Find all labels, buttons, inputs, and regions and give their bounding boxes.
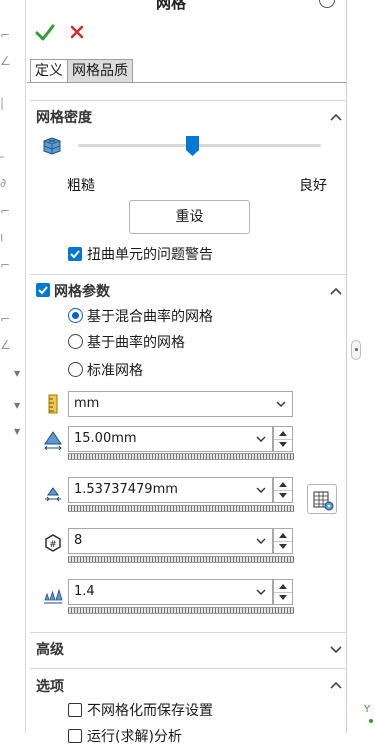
axis-triad-icon: Y bbox=[364, 704, 371, 715]
tab-definition[interactable]: 定义 bbox=[30, 59, 68, 83]
unit-value: mm bbox=[74, 396, 100, 411]
clipped-dropdown-caret[interactable]: ▼ bbox=[14, 369, 24, 378]
circle-elements-value: 8 bbox=[74, 533, 83, 548]
clipped-glyph: ∂ bbox=[0, 176, 7, 190]
clipped-glyph: ⌐ bbox=[0, 28, 11, 42]
chevron-down-icon bbox=[276, 401, 286, 407]
reset-button[interactable]: 重设 bbox=[129, 200, 250, 234]
tab-divider bbox=[27, 82, 346, 83]
chevron-up-icon[interactable] bbox=[330, 286, 342, 296]
clipped-glyph: ⌐ bbox=[0, 204, 11, 218]
clipped-dropdown-caret[interactable]: ▼ bbox=[14, 401, 24, 410]
density-slider-thumb[interactable] bbox=[185, 135, 200, 157]
section-divider bbox=[30, 274, 346, 275]
panel-right-border bbox=[346, 0, 347, 733]
min-element-size-spinner[interactable] bbox=[273, 477, 293, 503]
radio-blended-curvature-label: 基于混合曲率的网格 bbox=[87, 309, 213, 325]
radio-curvature[interactable] bbox=[68, 334, 83, 349]
growth-ratio-field[interactable]: 1.4 bbox=[68, 579, 273, 605]
radio-standard[interactable] bbox=[68, 362, 83, 377]
min-element-size-field[interactable]: 1.53737479mm bbox=[68, 477, 273, 503]
cancel-close-icon[interactable] bbox=[69, 24, 85, 40]
min-element-size-icon bbox=[45, 487, 61, 502]
options-section-title[interactable]: 选项 bbox=[36, 676, 64, 696]
params-enable-checkbox[interactable] bbox=[36, 283, 50, 297]
growth-ratio-value: 1.4 bbox=[74, 584, 95, 599]
section-divider bbox=[30, 100, 346, 101]
chevron-down-icon[interactable] bbox=[330, 644, 342, 654]
chevron-down-icon[interactable] bbox=[256, 588, 266, 596]
warn-checkbox[interactable] bbox=[68, 247, 82, 261]
tab-bar: 定义 网格品质 bbox=[30, 59, 133, 83]
clipped-glyph: ⌐ bbox=[0, 312, 11, 326]
circle-elements-spinner[interactable] bbox=[273, 528, 293, 554]
max-element-size-icon bbox=[44, 431, 62, 450]
circle-elements-thumbwheel[interactable] bbox=[68, 556, 294, 563]
clipped-glyph: ı bbox=[0, 230, 4, 244]
left-clipped-strip: ⌐ ∠ | ╴ ∂ ⌐ ı ⌐ ⌐ ∠ ▼ ▼ ▼ bbox=[0, 0, 26, 733]
chevron-down-icon[interactable] bbox=[256, 486, 266, 494]
chevron-up-icon[interactable] bbox=[330, 680, 342, 690]
min-element-size-value: 1.53737479mm bbox=[74, 482, 178, 497]
slider-min-label: 粗糙 bbox=[67, 178, 95, 194]
tab-mesh-quality[interactable]: 网格品质 bbox=[67, 59, 133, 83]
panel-collapse-handle[interactable] bbox=[351, 340, 361, 360]
chevron-down-icon[interactable] bbox=[256, 537, 266, 545]
section-divider bbox=[30, 632, 346, 633]
help-icon[interactable] bbox=[319, 0, 335, 8]
circle-elements-field[interactable]: 8 bbox=[68, 528, 273, 554]
clipped-glyph: | bbox=[0, 96, 5, 110]
radio-standard-label: 标准网格 bbox=[87, 363, 143, 379]
table-settings-button[interactable] bbox=[307, 484, 337, 514]
confirm-check-icon[interactable] bbox=[35, 22, 55, 42]
panel-title: 网格 bbox=[156, 0, 187, 12]
radio-blended-curvature[interactable] bbox=[68, 308, 83, 323]
svg-text:#: # bbox=[49, 540, 57, 550]
circle-elements-icon: # bbox=[45, 534, 61, 552]
table-gear-icon bbox=[313, 491, 334, 511]
run-analysis-label: 运行(求解)分析 bbox=[87, 729, 182, 745]
no-mesh-save-checkbox[interactable] bbox=[68, 703, 82, 717]
clipped-glyph: ⌐ bbox=[0, 258, 11, 272]
warn-label: 扭曲单元的问题警告 bbox=[87, 247, 213, 263]
chevron-up-icon[interactable] bbox=[330, 112, 342, 122]
max-element-size-value: 15.00mm bbox=[74, 431, 137, 446]
radio-curvature-label: 基于曲率的网格 bbox=[87, 335, 185, 351]
max-element-size-spinner[interactable] bbox=[273, 426, 293, 452]
unit-select[interactable]: mm bbox=[68, 391, 293, 417]
no-mesh-save-label: 不网格化而保存设置 bbox=[87, 703, 213, 719]
ruler-unit-icon bbox=[48, 394, 58, 414]
max-element-size-field[interactable]: 15.00mm bbox=[68, 426, 273, 452]
clipped-glyph: ∠ bbox=[0, 338, 11, 352]
clipped-glyph: ╴ bbox=[0, 150, 8, 164]
slider-max-label: 良好 bbox=[299, 178, 327, 194]
clipped-glyph: ∠ bbox=[0, 54, 11, 68]
chevron-down-icon[interactable] bbox=[256, 435, 266, 443]
advanced-section-title[interactable]: 高级 bbox=[36, 639, 64, 659]
growth-ratio-thumbwheel[interactable] bbox=[68, 607, 294, 614]
min-element-size-thumbwheel[interactable] bbox=[68, 505, 294, 512]
max-element-size-thumbwheel[interactable] bbox=[68, 453, 294, 460]
density-section-title[interactable]: 网格密度 bbox=[36, 107, 92, 127]
axis-triad-dot bbox=[369, 719, 373, 723]
mesh-density-icon bbox=[43, 137, 61, 155]
section-divider bbox=[30, 668, 346, 669]
clipped-dropdown-caret[interactable]: ▼ bbox=[14, 427, 24, 436]
growth-ratio-spinner[interactable] bbox=[273, 579, 293, 605]
run-analysis-checkbox[interactable] bbox=[68, 729, 82, 743]
params-section-title[interactable]: 网格参数 bbox=[54, 281, 110, 301]
growth-ratio-icon bbox=[44, 588, 63, 604]
